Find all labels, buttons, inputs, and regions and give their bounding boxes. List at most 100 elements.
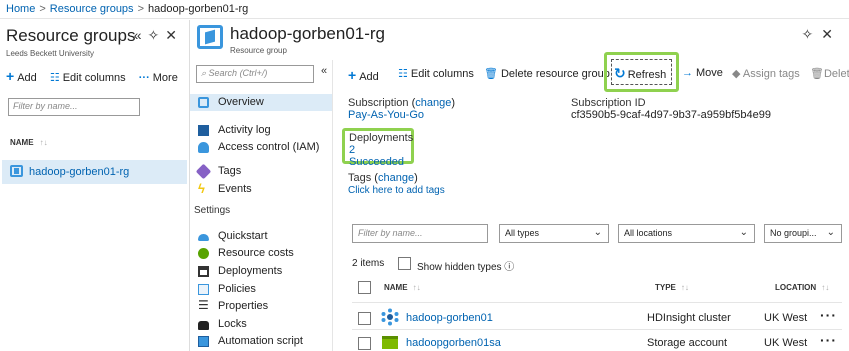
deployments-icon [198, 266, 209, 277]
subscription-field: Subscription (change) Pay-As-You-Go [348, 97, 456, 121]
plus-icon: + [6, 68, 15, 84]
column-header-location[interactable]: LOCATION ↑↓ [775, 283, 829, 292]
breadcrumb-current: hadoop-gorben01-rg [148, 3, 249, 15]
resource-group-link[interactable]: hadoop-gorben01-rg [29, 166, 129, 178]
arrow-right-icon: → [682, 67, 693, 79]
blade-actions: ✧✕ [802, 26, 841, 43]
deployments-link[interactable]: 2 Succeeded [349, 144, 404, 168]
collapse-icon[interactable]: « [134, 27, 148, 43]
pin-icon[interactable]: ✧ [802, 26, 822, 42]
info-icon: ⓘ [504, 262, 515, 273]
lightning-icon: ϟ [198, 181, 205, 196]
subscription-change-link[interactable]: change [415, 97, 451, 109]
resource-group-icon [10, 165, 23, 177]
deployments-label: Deployments [349, 132, 414, 144]
more-actions-icon[interactable]: ··· [820, 332, 837, 348]
pin-icon[interactable]: ✧ [148, 27, 166, 43]
columns-icon: ☷ [398, 68, 408, 80]
search-input[interactable]: ⌕ Search (Ctrl+/) [196, 65, 314, 83]
sort-icon: ↑↓ [412, 283, 421, 292]
location-filter-select[interactable]: All locations ⌄ [618, 224, 755, 243]
menu-item-policies[interactable]: Policies [190, 281, 332, 298]
type-filter-select[interactable]: All types ⌄ [499, 224, 609, 243]
resource-location: UK West [764, 312, 808, 324]
close-icon[interactable]: ✕ [821, 26, 841, 42]
resource-type: HDInsight cluster [647, 312, 731, 324]
command-bar: + Add ☷ Edit columns 🗑 Delete resource grou… [340, 52, 849, 92]
delete-button[interactable]: 🗑Delete [810, 67, 849, 80]
show-hidden-checkbox[interactable] [398, 257, 411, 270]
page-subtitle: Resource group [230, 46, 287, 55]
trash-icon: 🗑 [484, 68, 498, 80]
column-header-name[interactable]: NAME ↑↓ [384, 283, 421, 292]
resource-group-icon [198, 97, 209, 108]
menu-item-access-control[interactable]: Access control (IAM) [190, 139, 332, 156]
resource-group-icon [197, 25, 223, 49]
activity-log-icon [198, 125, 209, 136]
menu-item-properties[interactable]: ☰ Properties [190, 298, 332, 315]
trash-icon: 🗑 [810, 68, 824, 80]
move-button[interactable]: → Move [682, 67, 723, 79]
settings-header: Settings [194, 205, 231, 216]
chevron-down-icon: ⌄ [739, 227, 748, 238]
menu-item-events[interactable]: ϟ Events [190, 181, 332, 198]
sort-icon: ↑↓ [39, 138, 48, 147]
breadcrumb-home[interactable]: Home [6, 3, 35, 15]
menu-item-tags[interactable]: Tags [190, 163, 332, 180]
select-all-checkbox[interactable] [358, 281, 371, 294]
resource-filter-input[interactable]: Filter by name... [352, 224, 488, 243]
list-item[interactable]: hadoop-gorben01-rg [2, 160, 187, 184]
breadcrumb: Home > Resource groups > hadoop-gorben01-rg [0, 0, 849, 19]
menu-item-activity-log[interactable]: Activity log [190, 122, 332, 139]
deployments-highlight: Deployments 2 Succeeded [342, 128, 414, 168]
blade-toolbar: + Add ☷ Edit columns ··· More [6, 68, 188, 84]
edit-columns-button[interactable]: ☷ Edit columns [398, 67, 474, 80]
filter-input[interactable]: Filter by name... [8, 98, 140, 116]
edit-columns-button[interactable]: ☷ Edit columns [50, 71, 126, 84]
row-checkbox[interactable] [358, 337, 371, 350]
menu-item-resource-costs[interactable]: Resource costs [190, 245, 332, 262]
grouping-select[interactable]: No groupi... ⌄ [764, 224, 842, 243]
storage-icon [382, 336, 398, 349]
menu-item-overview[interactable]: Overview [190, 94, 332, 111]
column-header-name[interactable]: NAME ↑↓ [10, 138, 48, 147]
menu-item-quickstart[interactable]: Quickstart [190, 228, 332, 245]
sort-icon: ↑↓ [680, 283, 689, 292]
subscription-id-value: cf3590b5-9caf-4d97-9b37-a959bf5b4e99 [571, 109, 771, 121]
breadcrumb-resource-groups[interactable]: Resource groups [50, 3, 134, 15]
delete-resource-group-button[interactable]: 🗑 Delete resource group [484, 67, 610, 80]
policy-icon [198, 284, 209, 295]
menu-item-deployments[interactable]: Deployments [190, 263, 332, 280]
columns-icon: ☷ [49, 72, 60, 84]
add-button[interactable]: + Add [6, 68, 37, 84]
script-icon [198, 336, 209, 347]
items-count: 2 items [352, 258, 385, 269]
tags-change-link[interactable]: change [378, 172, 414, 184]
lock-icon [198, 321, 209, 330]
add-button[interactable]: + Add [348, 67, 379, 83]
menu-item-automation-script[interactable]: Automation script [190, 333, 332, 350]
people-icon [198, 142, 209, 153]
more-actions-icon[interactable]: ··· [820, 307, 837, 323]
menu-item-locks[interactable]: Locks [190, 316, 332, 333]
collapse-menu-button[interactable]: « [321, 65, 327, 77]
tags-field: Tags (change) Click here to add tags [348, 172, 445, 196]
refresh-highlight: ↻ Refresh [604, 52, 679, 92]
resource-link-hadoop-gorben01[interactable]: hadoop-gorben01 [406, 312, 493, 324]
subscription-id-field: Subscription ID cf3590b5-9caf-4d97-9b37-… [571, 97, 771, 121]
resource-type: Storage account [647, 337, 728, 349]
more-button[interactable]: ··· More [139, 72, 178, 84]
column-header-type[interactable]: TYPE ↑↓ [655, 283, 689, 292]
add-tags-link[interactable]: Click here to add tags [348, 185, 445, 196]
ellipsis-icon: ··· [138, 72, 150, 84]
page-title: hadoop-gorben01-rg [230, 24, 386, 43]
subscription-link[interactable]: Pay-As-You-Go [348, 109, 424, 121]
resource-link-hadoopgorben01sa[interactable]: hadoopgorben01sa [406, 337, 501, 349]
row-checkbox[interactable] [358, 312, 371, 325]
refresh-button[interactable]: ↻ Refresh [611, 59, 672, 85]
resource-location: UK West [764, 337, 808, 349]
assign-tags-button[interactable]: ◆ Assign tags [732, 67, 800, 80]
resource-menu: ⌕ Search (Ctrl+/) « Overview Activity lo… [190, 60, 333, 351]
tag-icon: ◆ [732, 68, 743, 80]
close-icon[interactable]: ✕ [165, 27, 183, 43]
